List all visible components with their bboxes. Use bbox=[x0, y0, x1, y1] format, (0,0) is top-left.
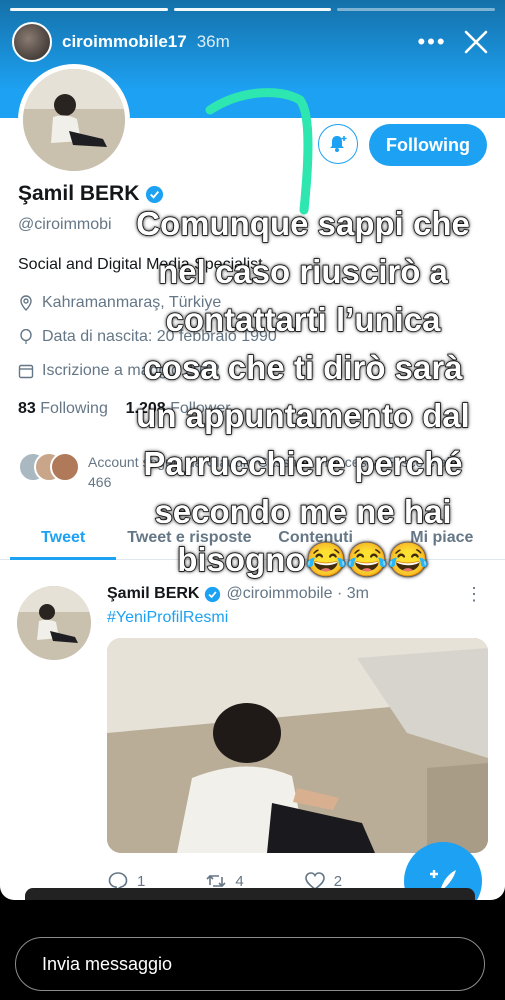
following-button[interactable]: Following bbox=[369, 124, 487, 166]
verified-badge-icon bbox=[205, 586, 221, 602]
story-frame: ciroimmobile17 36m ••• Following Şamil B… bbox=[0, 0, 505, 900]
progress-segment bbox=[337, 8, 496, 11]
caption-line: secondo me ne hai bbox=[154, 492, 452, 530]
caption-line: nel caso riuscirò a bbox=[157, 252, 448, 290]
story-progress bbox=[10, 8, 496, 11]
send-message-input[interactable]: Invia messaggio bbox=[15, 937, 485, 991]
profile-handle: @ciroimmobi bbox=[18, 216, 112, 233]
caption-line: bisogno😂😂😂 bbox=[177, 540, 430, 578]
following-count[interactable]: 83 bbox=[18, 400, 36, 417]
retweet-count: 4 bbox=[235, 872, 244, 890]
progress-segment bbox=[10, 8, 168, 11]
tweet-more-icon[interactable]: ⋮ bbox=[465, 584, 483, 605]
close-icon[interactable] bbox=[459, 25, 493, 59]
tweet-author-name[interactable]: Şamil BERK bbox=[107, 585, 199, 603]
tweet-hashtag[interactable]: #YeniProfilResmi bbox=[107, 609, 228, 627]
tweet-photo[interactable] bbox=[107, 638, 488, 853]
caption-line: Comunque sappi che bbox=[135, 204, 470, 242]
follower-avatars bbox=[18, 452, 80, 482]
progress-segment bbox=[173, 8, 332, 11]
story-username[interactable]: ciroimmobile17 bbox=[62, 32, 187, 52]
story-time: 36m bbox=[196, 32, 230, 51]
more-options-icon[interactable]: ••• bbox=[415, 29, 449, 55]
caption-line: Parrucchiere perché bbox=[143, 444, 464, 482]
story-header: ciroimmobile17 36m ••• bbox=[12, 22, 493, 62]
location-pin-icon bbox=[20, 295, 32, 311]
bell-plus-icon bbox=[330, 136, 347, 152]
caption-line: un appuntamento dal bbox=[135, 396, 470, 434]
caption-line: contattarti l’unica bbox=[165, 300, 441, 338]
profile-avatar[interactable] bbox=[18, 64, 130, 176]
calendar-icon bbox=[18, 364, 34, 379]
tweet-header: Şamil BERK @ciroimmobile · 3m bbox=[107, 585, 369, 603]
caption-line: cosa che ti dirò sarà bbox=[143, 348, 464, 386]
story-text-caption: Comunque sappi che nel caso riuscirò a c… bbox=[108, 200, 498, 584]
story-avatar[interactable] bbox=[12, 22, 52, 62]
tweet-author-handle: @ciroimmobile · 3m bbox=[226, 585, 369, 602]
following-label[interactable]: Following bbox=[40, 400, 108, 417]
like-count: 2 bbox=[333, 872, 343, 890]
reply-count: 1 bbox=[137, 872, 146, 890]
bottom-sheet-handle bbox=[25, 888, 475, 900]
tweet-avatar[interactable] bbox=[17, 586, 91, 660]
balloon-icon bbox=[20, 329, 32, 344]
follower-avatar bbox=[50, 452, 80, 482]
